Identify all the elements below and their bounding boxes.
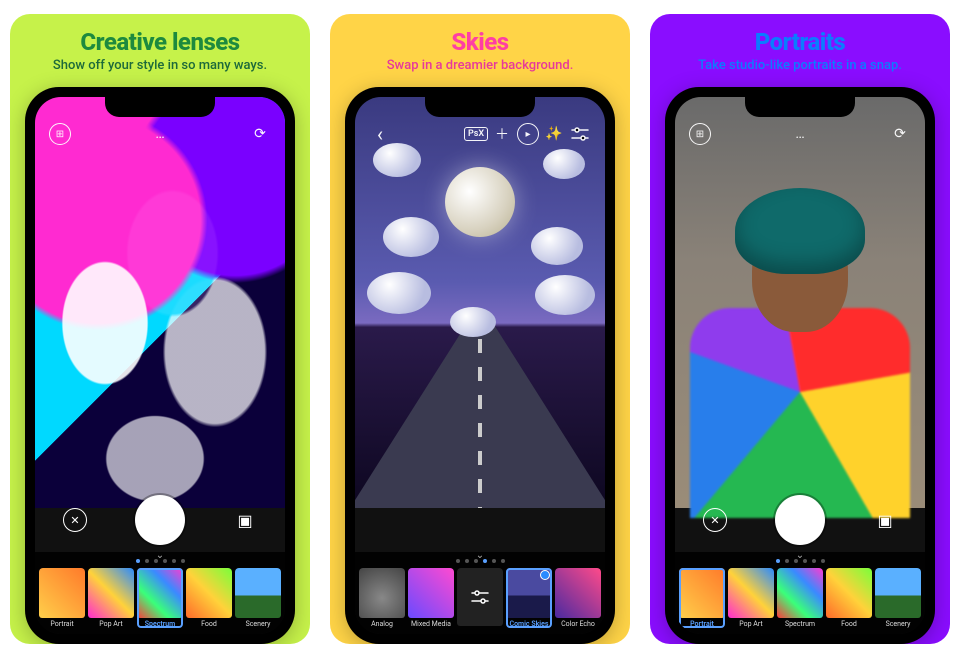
cloud-graphic bbox=[543, 149, 585, 179]
close-button[interactable]: ✕ bbox=[61, 506, 89, 534]
phone-screen: ⊞ … ⟳ ✕ ▣ ⌄ bbox=[675, 97, 925, 634]
hair-graphic bbox=[735, 188, 865, 274]
shutter-button[interactable] bbox=[775, 495, 825, 545]
chevron-down-icon[interactable]: ⌄ bbox=[156, 550, 164, 561]
promo-panel-skies: Skies Swap in a dreamier background. ‹ P… bbox=[330, 14, 630, 644]
cloud-graphic bbox=[383, 217, 439, 257]
viewfinder bbox=[675, 97, 925, 508]
shutter-button[interactable] bbox=[135, 495, 185, 545]
switch-camera-icon[interactable]: ⟳ bbox=[247, 121, 273, 147]
filter-thumb-pop-art[interactable]: Pop Art bbox=[728, 568, 774, 628]
promo-panel-portraits: Portraits Take studio-like portraits in … bbox=[650, 14, 950, 644]
panel-subtitle: Take studio-like portraits in a snap. bbox=[698, 58, 902, 73]
panel-subtitle: Show off your style in so many ways. bbox=[53, 58, 267, 73]
more-icon[interactable]: … bbox=[147, 121, 173, 147]
filter-thumb-spectrum[interactable]: Spectrum bbox=[777, 568, 823, 628]
filter-thumbs[interactable]: Portrait Pop Art Spectrum Food Scenery bbox=[677, 566, 923, 634]
camera-topbar: ⊞ … ⟳ bbox=[35, 119, 285, 149]
grid-toggle-icon[interactable]: ⊞ bbox=[47, 121, 73, 147]
phone-frame: ⊞ … ⟳ ✕ ▣ ⌄ Portrait Pop Art bbox=[25, 87, 295, 644]
phone-frame: ⊞ … ⟳ ✕ ▣ ⌄ bbox=[665, 87, 935, 644]
editor-canvas[interactable] bbox=[355, 97, 605, 508]
phone-screen: ⊞ … ⟳ ✕ ▣ ⌄ Portrait Pop Art bbox=[35, 97, 285, 634]
filter-thumbs[interactable]: Analog Mixed Media Comic Skies Color Ech… bbox=[357, 566, 603, 634]
portrait-subject bbox=[690, 188, 910, 518]
moon-graphic bbox=[445, 167, 515, 237]
switch-camera-icon[interactable]: ⟳ bbox=[887, 121, 913, 147]
magic-wand-icon[interactable]: ✨ bbox=[541, 121, 567, 147]
filter-thumb-comic-skies[interactable]: Comic Skies bbox=[506, 568, 552, 628]
filter-thumb-analog[interactable]: Analog bbox=[359, 568, 405, 628]
more-icon[interactable]: … bbox=[787, 121, 813, 147]
back-icon[interactable]: ‹ bbox=[367, 121, 393, 147]
phone-frame: ‹ PsX ＋ ▸ ✨ bbox=[345, 87, 615, 644]
cloud-graphic bbox=[367, 272, 431, 314]
filter-thumb-scenery[interactable]: Scenery bbox=[875, 568, 921, 628]
filter-thumb-food[interactable]: Food bbox=[186, 568, 232, 628]
editor-topbar: ‹ PsX ＋ ▸ ✨ bbox=[355, 119, 605, 149]
camera-topbar: ⊞ … ⟳ bbox=[675, 119, 925, 149]
cloud-graphic bbox=[450, 307, 496, 337]
gallery-button[interactable]: ▣ bbox=[231, 506, 259, 534]
panel-subtitle: Swap in a dreamier background. bbox=[387, 58, 574, 73]
filter-strip: ⌄ Analog Mixed Media Comic Skies Color E… bbox=[355, 552, 605, 634]
chevron-down-icon[interactable]: ⌄ bbox=[476, 550, 484, 561]
phone-notch bbox=[745, 97, 855, 117]
cloud-graphic bbox=[531, 227, 583, 265]
filter-thumb-scenery[interactable]: Scenery bbox=[235, 568, 281, 628]
filter-strip: ⌄ Portrait Pop Art Spectrum Food Scenery… bbox=[35, 552, 285, 634]
filter-thumbs[interactable]: Portrait Pop Art Spectrum Food Scenery A… bbox=[37, 566, 283, 634]
grid-toggle-icon[interactable]: ⊞ bbox=[687, 121, 713, 147]
chevron-down-icon[interactable]: ⌄ bbox=[796, 550, 804, 561]
filter-strip: ⌄ Portrait Pop Art Spectrum Food Scenery bbox=[675, 552, 925, 634]
filter-thumb-color-echo[interactable]: Color Echo bbox=[555, 568, 601, 628]
phone-notch bbox=[425, 97, 535, 117]
active-badge-icon bbox=[540, 570, 550, 580]
shutter-row: ✕ ▣ bbox=[675, 492, 925, 548]
gallery-button[interactable]: ▣ bbox=[871, 506, 899, 534]
filter-thumb-portrait[interactable]: Portrait bbox=[39, 568, 85, 628]
filter-thumb-spectrum[interactable]: Spectrum bbox=[137, 568, 183, 628]
filter-thumb-mixed-media[interactable]: Mixed Media bbox=[408, 568, 454, 628]
play-icon[interactable]: ▸ bbox=[515, 121, 541, 147]
sliders-icon[interactable] bbox=[567, 121, 593, 147]
add-icon[interactable]: ＋ bbox=[489, 121, 515, 147]
panel-title: Skies bbox=[451, 28, 508, 56]
road-graphic bbox=[355, 311, 605, 508]
close-button[interactable]: ✕ bbox=[701, 506, 729, 534]
shutter-row: ✕ ▣ bbox=[35, 492, 285, 548]
filter-thumb-food[interactable]: Food bbox=[826, 568, 872, 628]
promo-panel-creative-lenses: Creative lenses Show off your style in s… bbox=[10, 14, 310, 644]
panel-title: Creative lenses bbox=[80, 28, 239, 56]
phone-notch bbox=[105, 97, 215, 117]
filter-adjust-sliders[interactable] bbox=[457, 568, 503, 628]
viewfinder bbox=[35, 97, 285, 508]
hoodie-graphic bbox=[690, 308, 910, 518]
psx-badge-icon[interactable]: PsX bbox=[463, 121, 489, 147]
filter-thumb-pop-art[interactable]: Pop Art bbox=[88, 568, 134, 628]
cloud-graphic bbox=[535, 275, 595, 315]
phone-screen: ‹ PsX ＋ ▸ ✨ bbox=[355, 97, 605, 634]
panel-title: Portraits bbox=[755, 28, 846, 56]
filter-thumb-portrait[interactable]: Portrait bbox=[679, 568, 725, 628]
